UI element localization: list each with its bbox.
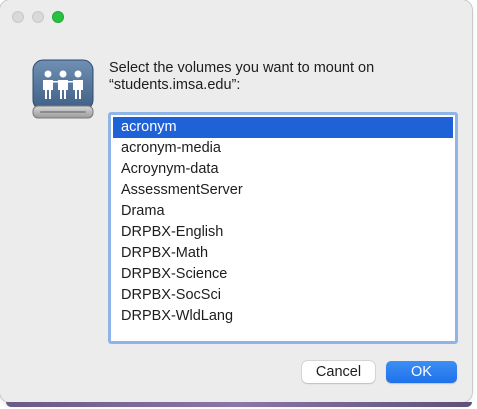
volume-row[interactable]: acronym bbox=[113, 117, 453, 138]
zoom-window-button[interactable] bbox=[52, 11, 64, 23]
server-people-icon bbox=[32, 59, 94, 119]
volume-row[interactable]: acronym-media bbox=[113, 138, 453, 159]
desktop-background-strip bbox=[6, 402, 472, 407]
volume-row[interactable]: Acroynym-data bbox=[113, 159, 453, 180]
prompt-line-2: “students.imsa.edu”: bbox=[109, 77, 241, 93]
volume-row-partial[interactable] bbox=[113, 327, 453, 341]
close-window-button[interactable] bbox=[12, 11, 24, 23]
dialog-prompt: Select the volumes you want to mount on … bbox=[109, 60, 449, 94]
cancel-button[interactable]: Cancel bbox=[302, 361, 375, 383]
volume-row[interactable]: DRPBX-SocSci bbox=[113, 285, 453, 306]
minimize-window-button[interactable] bbox=[32, 11, 44, 23]
volumes-list[interactable]: acronym acronym-media Acroynym-data Asse… bbox=[108, 112, 458, 344]
mount-volumes-dialog: Select the volumes you want to mount on … bbox=[0, 0, 472, 402]
volume-row[interactable]: Drama bbox=[113, 201, 453, 222]
ok-button[interactable]: OK bbox=[386, 361, 457, 383]
volume-row[interactable]: DRPBX-English bbox=[113, 222, 453, 243]
volume-row[interactable]: DRPBX-Science bbox=[113, 264, 453, 285]
volume-row[interactable]: DRPBX-Math bbox=[113, 243, 453, 264]
prompt-line-1: Select the volumes you want to mount on bbox=[109, 60, 375, 76]
volume-row[interactable]: AssessmentServer bbox=[113, 180, 453, 201]
volume-row[interactable]: DRPBX-WldLang bbox=[113, 306, 453, 327]
window-controls bbox=[12, 11, 64, 23]
